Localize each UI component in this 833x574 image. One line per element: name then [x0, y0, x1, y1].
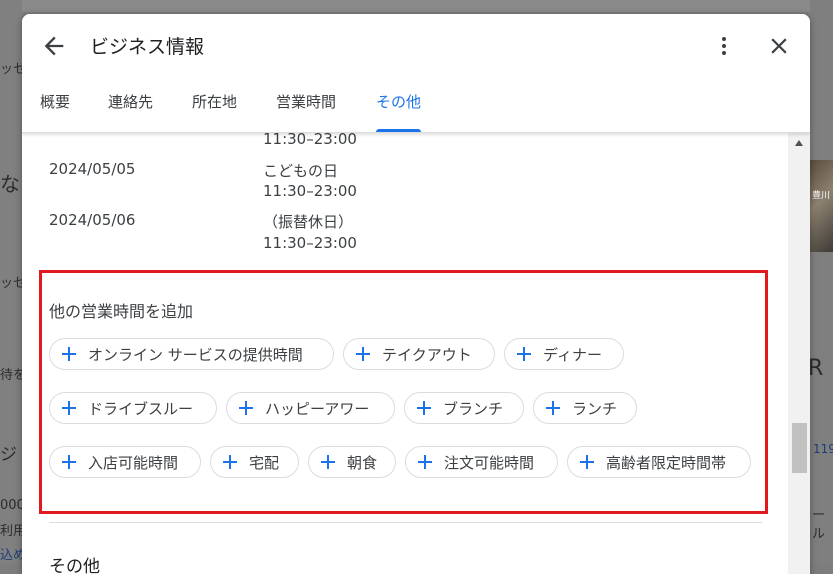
add-hours-chip-dinner[interactable]: ディナー: [504, 338, 624, 370]
background-text: ール: [812, 508, 826, 542]
holiday-name: （振替休日）: [263, 213, 354, 231]
plus-icon: [62, 347, 76, 361]
background-photo: [810, 160, 833, 252]
tab-overview[interactable]: 概要: [40, 90, 70, 132]
chip-label: 注文可能時間: [444, 453, 535, 472]
chip-label: テイクアウト: [382, 345, 472, 364]
tab-bar: 概要 連絡先 所在地 営業時間 その他: [22, 90, 810, 132]
chip-label: 朝食: [347, 453, 378, 472]
plus-icon: [223, 455, 237, 469]
tab-location[interactable]: 所在地: [192, 90, 237, 132]
tab-other[interactable]: その他: [376, 90, 422, 132]
plus-icon: [356, 347, 370, 361]
arrow-left-icon: [44, 36, 64, 56]
plus-icon: [580, 455, 594, 469]
scroll-up-arrow-icon[interactable]: [795, 140, 803, 146]
add-hours-chip-entry-time[interactable]: 入店可能時間: [49, 446, 201, 478]
background-page-top: [0, 0, 833, 12]
hours-value: 11:30–23:00: [263, 234, 357, 252]
tab-contact[interactable]: 連絡先: [108, 90, 153, 132]
chip-label: オンライン サービスの提供時間: [88, 345, 303, 364]
chip-label: ドライブスルー: [88, 399, 194, 418]
background-link: 119: [813, 442, 833, 456]
scrollbar[interactable]: [788, 132, 810, 574]
business-info-dialog: ビジネス情報 概要 連絡先 所在地 営業時間 その他 11:30–23:00 2…: [22, 14, 810, 574]
other-section-title: その他: [49, 557, 100, 574]
holiday-name: こどもの日: [263, 162, 339, 180]
add-hours-chip-takeout[interactable]: テイクアウト: [343, 338, 495, 370]
plus-icon: [62, 455, 76, 469]
chip-label: 高齢者限定時間帯: [606, 453, 727, 472]
chip-label: 入店可能時間: [88, 453, 179, 472]
plus-icon: [62, 401, 76, 415]
add-hours-chip-drive-through[interactable]: ドライブスルー: [49, 392, 217, 424]
plus-icon: [417, 401, 431, 415]
background-text: ジ: [0, 445, 17, 465]
back-button[interactable]: [40, 32, 68, 60]
chip-label: ブランチ: [443, 399, 504, 418]
tab-hours[interactable]: 営業時間: [276, 90, 336, 132]
background-page-right: [810, 0, 833, 564]
hours-value: 11:30–23:00: [263, 182, 357, 200]
add-hours-chip-lunch[interactable]: ランチ: [533, 392, 637, 424]
dialog-header: ビジネス情報 概要 連絡先 所在地 営業時間 その他: [22, 14, 810, 133]
add-hours-chip-delivery[interactable]: 宅配: [210, 446, 299, 478]
close-button[interactable]: [766, 32, 792, 60]
add-hours-chip-breakfast[interactable]: 朝食: [308, 446, 396, 478]
chip-label: 宅配: [249, 453, 280, 472]
chip-label: ランチ: [572, 399, 618, 418]
close-icon: [771, 38, 787, 54]
holiday-date: 2024/05/06: [49, 211, 136, 229]
add-hours-chip-online-service[interactable]: オンライン サービスの提供時間: [49, 338, 334, 370]
plus-icon: [546, 401, 560, 415]
plus-icon: [321, 455, 335, 469]
add-hours-title: 他の営業時間を追加: [49, 302, 194, 321]
add-hours-chip-brunch[interactable]: ブランチ: [404, 392, 524, 424]
background-text: 豊川: [812, 191, 831, 201]
add-hours-chip-happy-hour[interactable]: ハッピーアワー: [226, 392, 395, 424]
chip-label: ディナー: [543, 345, 602, 364]
scrollbar-thumb[interactable]: [792, 423, 807, 473]
dialog-title: ビジネス情報: [90, 36, 205, 58]
more-options-button[interactable]: [712, 32, 736, 60]
add-hours-chip-ordering[interactable]: 注文可能時間: [405, 446, 558, 478]
more-vert-icon: [722, 37, 726, 55]
holiday-date: 2024/05/05: [49, 160, 136, 178]
plus-icon: [418, 455, 432, 469]
divider: [49, 522, 762, 523]
plus-icon: [517, 347, 531, 361]
plus-icon: [239, 401, 253, 415]
dialog-content[interactable]: 11:30–23:00 2024/05/05 こどもの日 11:30–23:00…: [22, 132, 788, 574]
chip-label: ハッピーアワー: [265, 399, 370, 418]
background-text: R: [808, 356, 824, 381]
hours-value: 11:30–23:00: [263, 132, 357, 148]
add-hours-chip-senior-hours[interactable]: 高齢者限定時間帯: [567, 446, 751, 478]
